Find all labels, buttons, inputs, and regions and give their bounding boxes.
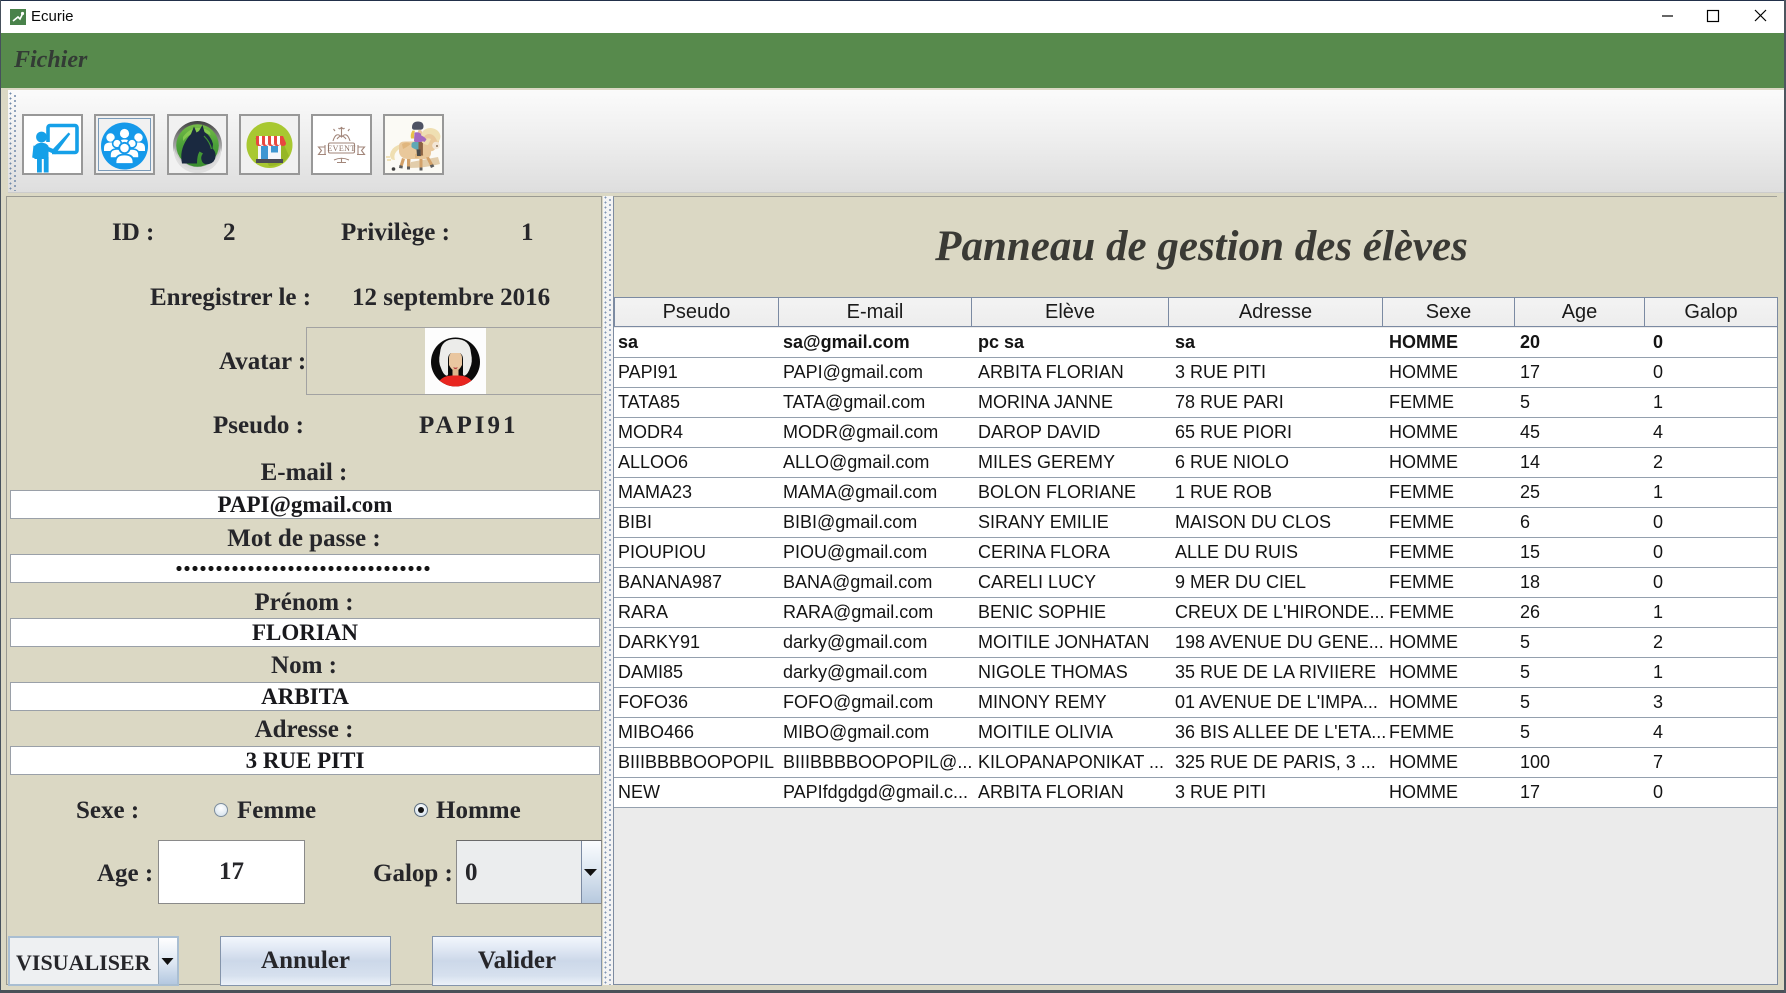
- svg-text:EVENT: EVENT: [327, 144, 355, 153]
